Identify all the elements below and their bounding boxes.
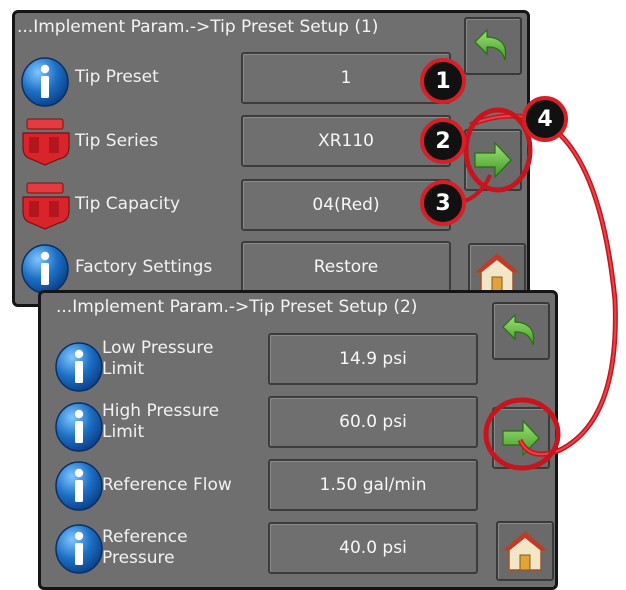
info-icon[interactable] — [19, 243, 71, 295]
next-button[interactable] — [492, 407, 550, 469]
next-button[interactable] — [464, 129, 522, 191]
callout-3: 3 — [420, 180, 466, 226]
restore-button[interactable]: Restore — [241, 241, 451, 293]
info-icon[interactable] — [53, 523, 105, 575]
tip-preset-setup-page-2: ...Implement Param.->Tip Preset Setup (2… — [38, 290, 558, 590]
callout-4: 4 — [522, 96, 568, 142]
tip-capacity-label: Tip Capacity — [75, 194, 181, 214]
info-icon[interactable] — [53, 341, 105, 393]
home-button[interactable] — [496, 521, 554, 581]
nozzle-icon[interactable] — [19, 113, 77, 171]
page-title: ...Implement Param.->Tip Preset Setup (2… — [56, 297, 418, 317]
reference-pressure-field[interactable]: 40.0 psi — [268, 522, 478, 574]
tip-series-label: Tip Series — [75, 131, 159, 151]
page-title: ...Implement Param.->Tip Preset Setup (1… — [17, 17, 379, 37]
callout-1: 1 — [420, 58, 466, 104]
factory-settings-label: Factory Settings — [75, 257, 213, 277]
tip-preset-label: Tip Preset — [75, 67, 159, 87]
back-button[interactable] — [492, 302, 550, 360]
back-button[interactable] — [464, 17, 522, 75]
low-pressure-limit-label: Low Pressure Limit — [102, 338, 214, 379]
home-icon — [502, 531, 548, 571]
callout-2: 2 — [420, 118, 466, 164]
reference-pressure-label: Reference Pressure — [102, 527, 188, 568]
next-arrow-icon — [474, 141, 512, 179]
back-arrow-icon — [502, 313, 535, 346]
back-arrow-icon — [474, 28, 507, 61]
next-arrow-icon — [502, 419, 540, 457]
reference-flow-field[interactable]: 1.50 gal/min — [268, 459, 478, 511]
nozzle-icon[interactable] — [19, 177, 77, 235]
info-icon[interactable] — [19, 56, 71, 108]
high-pressure-limit-label: High Pressure Limit — [102, 401, 220, 442]
reference-flow-label: Reference Flow — [102, 475, 232, 495]
info-icon[interactable] — [53, 460, 105, 512]
info-icon[interactable] — [53, 401, 105, 453]
low-pressure-limit-field[interactable]: 14.9 psi — [268, 333, 478, 385]
high-pressure-limit-field[interactable]: 60.0 psi — [268, 396, 478, 448]
